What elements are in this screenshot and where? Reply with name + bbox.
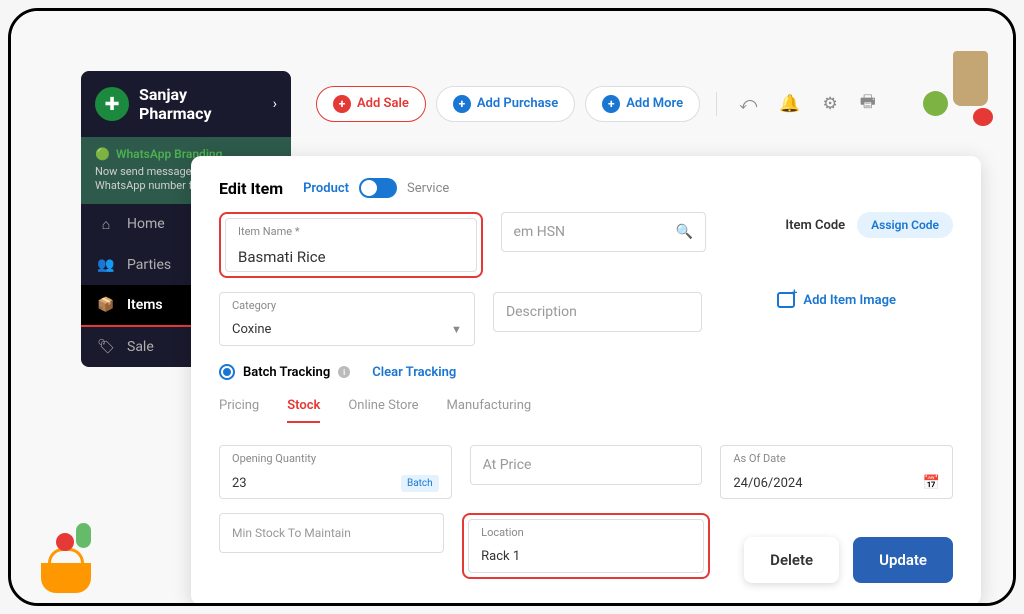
assign-code-button[interactable]: Assign Code	[857, 212, 953, 238]
pharmacy-logo-icon: ✚	[95, 87, 129, 121]
tab-manufacturing[interactable]: Manufacturing	[447, 398, 532, 423]
add-purchase-label: Add Purchase	[477, 96, 558, 111]
clear-tracking-link[interactable]: Clear Tracking	[372, 365, 456, 380]
opening-qty-label: Opening Quantity	[232, 452, 316, 465]
sidebar-header[interactable]: ✚ Sanjay Pharmacy ›	[81, 71, 291, 137]
plus-icon: +	[453, 95, 471, 113]
chevron-right-icon[interactable]: ›	[273, 96, 277, 112]
update-button[interactable]: Update	[853, 537, 953, 583]
decor-groceries-bl	[31, 513, 101, 593]
category-label: Category	[232, 299, 276, 312]
sidebar-label: Sale	[127, 339, 154, 355]
plus-icon: +	[602, 95, 620, 113]
batch-tracking-label: Batch Tracking	[243, 365, 330, 380]
as-of-date-field[interactable]: As Of Date 24/06/2024 📅	[720, 445, 953, 499]
add-sale-button[interactable]: + Add Sale	[316, 86, 426, 122]
chevron-down-icon: ▼	[451, 323, 462, 336]
modal-title: Edit Item	[219, 179, 283, 198]
location-field[interactable]: Location Rack 1	[468, 519, 704, 573]
hsn-placeholder: em HSN	[514, 224, 565, 240]
sidebar-label: Parties	[127, 257, 171, 273]
add-more-label: Add More	[626, 96, 683, 111]
min-stock-label: Min Stock To Maintain	[232, 526, 351, 540]
notification-icon[interactable]: ⤺	[733, 88, 763, 120]
divider	[716, 92, 717, 116]
item-code-label: Item Code	[785, 218, 845, 233]
calendar-icon[interactable]: 📅	[923, 475, 940, 491]
opening-quantity-field[interactable]: Opening Quantity 23 Batch	[219, 445, 452, 499]
add-image-label: Add Item Image	[803, 293, 896, 308]
company-name: Sanjay Pharmacy	[139, 85, 263, 123]
radio-checked-icon	[219, 364, 235, 380]
as-of-date-label: As Of Date	[733, 452, 785, 465]
hsn-field[interactable]: em HSN 🔍	[501, 212, 707, 252]
category-field[interactable]: Category Coxine ▼	[219, 292, 475, 346]
info-icon[interactable]: i	[338, 366, 350, 378]
location-label: Location	[481, 526, 524, 539]
add-purchase-button[interactable]: + Add Purchase	[436, 86, 575, 122]
item-tabs: Pricing Stock Online Store Manufacturing	[219, 398, 953, 423]
whatsapp-icon: 🟢	[95, 147, 110, 161]
tab-pricing[interactable]: Pricing	[219, 398, 259, 423]
batch-tracking-radio[interactable]: Batch Tracking i	[219, 364, 350, 380]
description-placeholder: Description	[506, 304, 577, 320]
product-label[interactable]: Product	[303, 181, 349, 196]
at-price-field[interactable]: At Price	[470, 445, 703, 485]
camera-icon	[777, 292, 795, 308]
add-sale-label: Add Sale	[357, 96, 409, 111]
item-name-field[interactable]: Item Name * Basmati Rice	[225, 218, 477, 272]
sidebar-label: Items	[127, 297, 163, 313]
category-value: Coxine	[232, 322, 271, 337]
home-icon: ⌂	[97, 216, 115, 233]
batch-chip[interactable]: Batch	[401, 475, 439, 492]
edit-item-modal: Edit Item Product Service Item Name * Ba…	[191, 156, 981, 605]
item-name-highlight: Item Name * Basmati Rice	[219, 212, 483, 278]
location-value: Rack 1	[481, 549, 520, 564]
at-price-label: At Price	[483, 457, 532, 473]
bell-icon[interactable]: 🔔	[773, 88, 806, 120]
printer-icon[interactable]: 🖶	[854, 83, 882, 124]
sale-icon: 🏷	[97, 339, 115, 355]
parties-icon: 👥	[97, 257, 115, 273]
description-field[interactable]: Description	[493, 292, 702, 332]
tab-online-store[interactable]: Online Store	[348, 398, 418, 423]
sidebar-label: Home	[127, 216, 165, 232]
tab-stock[interactable]: Stock	[287, 398, 320, 423]
product-service-toggle[interactable]	[359, 178, 397, 198]
delete-button[interactable]: Delete	[744, 537, 839, 583]
item-name-value: Basmati Rice	[238, 248, 326, 266]
item-name-label: Item Name *	[238, 225, 300, 238]
top-action-bar: + Add Sale + Add Purchase + Add More ⤺ 🔔…	[316, 83, 963, 124]
location-highlight: Location Rack 1	[462, 513, 710, 579]
opening-qty-value: 23	[232, 476, 247, 491]
service-label[interactable]: Service	[407, 181, 449, 196]
gear-icon[interactable]: ⚙	[816, 88, 843, 120]
as-of-date-value: 24/06/2024	[733, 476, 802, 491]
min-stock-field[interactable]: Min Stock To Maintain	[219, 513, 444, 553]
plus-icon: +	[333, 95, 351, 113]
add-item-image-button[interactable]: Add Item Image	[777, 292, 896, 308]
search-icon[interactable]: 🔍	[676, 224, 693, 240]
items-icon: 📦	[97, 297, 115, 313]
add-more-button[interactable]: + Add More	[585, 86, 700, 122]
